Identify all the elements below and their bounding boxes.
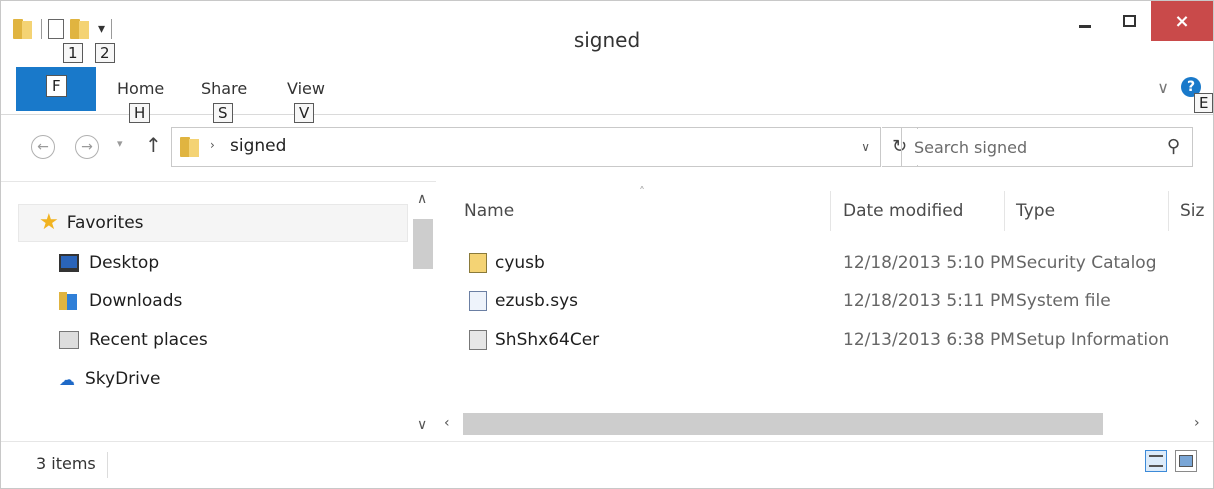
address-history-button[interactable]: ∨ (861, 140, 870, 154)
column-divider[interactable] (830, 191, 831, 231)
explorer-window: ▾ 1 2 signed × F Home H Share S View V ∨… (0, 0, 1214, 489)
details-view-icon (1149, 455, 1163, 467)
navigation-bar: ← → ▾ ↑ › signed ∨ ↻ ⚲ (1, 115, 1213, 181)
file-date: 12/13/2013 6:38 PM (843, 330, 1015, 350)
file-name: cyusb (495, 253, 545, 273)
sidebar-item-label: Favorites (66, 213, 144, 233)
item-count: 3 items (36, 454, 96, 473)
file-row[interactable]: ShShx64Cer 12/13/2013 6:38 PM Setup Info… (438, 322, 1213, 360)
tab-share[interactable]: Share (201, 79, 247, 98)
forward-button[interactable]: → (75, 135, 99, 159)
scroll-left-button[interactable]: ‹ (444, 415, 450, 431)
sidebar-item-downloads[interactable]: Downloads (59, 282, 469, 320)
folder-icon (180, 137, 202, 157)
maximize-icon (1122, 15, 1136, 27)
sort-ascending-icon: ˄ (639, 185, 645, 199)
column-header-size[interactable]: Siz (1180, 201, 1204, 221)
status-bar: 3 items (1, 441, 1213, 488)
up-button[interactable]: ↑ (145, 133, 162, 157)
file-name-cell: ShShx64Cer (469, 330, 599, 350)
file-type: System file (1016, 291, 1111, 311)
file-name: ShShx64Cer (495, 330, 600, 350)
sidebar-item-skydrive[interactable]: ☁ SkyDrive (59, 360, 469, 398)
view-switcher (1145, 450, 1197, 472)
file-name-cell: ezusb.sys (469, 291, 578, 311)
minimize-button[interactable] (1063, 1, 1107, 41)
search-icon[interactable]: ⚲ (1167, 136, 1180, 157)
title-bar: ▾ 1 2 signed × (1, 1, 1213, 67)
address-bar[interactable]: › signed ∨ (171, 127, 881, 167)
details-view-button[interactable] (1145, 450, 1167, 472)
file-name-cell: cyusb (469, 253, 545, 273)
file-date: 12/18/2013 5:10 PM (843, 253, 1015, 273)
column-header-date-modified[interactable]: Date modified (843, 201, 963, 221)
scrollbar-thumb[interactable] (413, 219, 433, 269)
tab-home[interactable]: Home (117, 79, 164, 98)
ribbon-tabs: F Home H Share S View V ∨ ? E (1, 67, 1214, 123)
keytip-e: E (1194, 93, 1214, 113)
recent-locations-button[interactable]: ▾ (117, 137, 123, 150)
column-divider[interactable] (1004, 191, 1005, 231)
scroll-down-button[interactable]: ∨ (417, 417, 427, 433)
close-button[interactable]: × (1151, 1, 1213, 41)
file-date: 12/18/2013 5:11 PM (843, 291, 1015, 311)
file-type: Setup Information (1016, 330, 1170, 350)
maximize-button[interactable] (1107, 1, 1151, 41)
search-box[interactable]: ⚲ (901, 127, 1193, 167)
file-name: ezusb.sys (495, 291, 578, 311)
system-file-icon (469, 291, 487, 311)
column-divider[interactable] (1168, 191, 1169, 231)
back-button[interactable]: ← (31, 135, 55, 159)
setup-information-icon (469, 330, 487, 350)
recent-places-icon (59, 331, 79, 349)
status-divider (107, 452, 108, 478)
keytip-f: F (46, 75, 67, 97)
column-header-name[interactable]: Name (464, 201, 514, 221)
file-type: Security Catalog (1016, 253, 1157, 273)
sidebar-item-label: SkyDrive (85, 369, 161, 389)
breadcrumb-signed[interactable]: signed (230, 136, 286, 156)
minimize-icon (1079, 24, 1091, 28)
star-icon: ★ (39, 210, 59, 235)
tab-file[interactable]: F (16, 67, 96, 111)
security-catalog-icon (469, 253, 487, 273)
skydrive-icon: ☁ (59, 369, 75, 389)
sidebar-item-label: Recent places (89, 330, 208, 350)
sidebar-item-label: Downloads (89, 291, 183, 311)
breadcrumb-chevron-icon[interactable]: › (210, 138, 215, 152)
file-row[interactable]: ezusb.sys 12/18/2013 5:11 PM System file (438, 283, 1213, 321)
window-title: signed (573, 28, 641, 52)
column-header-type[interactable]: Type (1016, 201, 1055, 221)
file-row[interactable]: cyusb 12/18/2013 5:10 PM Security Catalo… (438, 245, 1213, 283)
navigation-pane: ★ Favorites Desktop Downloads Recent pla… (1, 181, 436, 441)
file-list-horizontal-scrollbar[interactable]: ‹ › (438, 405, 1213, 441)
sidebar-item-favorites[interactable]: ★ Favorites (18, 204, 408, 242)
tab-view[interactable]: View (287, 79, 325, 98)
search-input[interactable] (914, 129, 1154, 165)
expand-ribbon-button[interactable]: ∨ (1157, 78, 1169, 97)
large-icons-view-icon (1179, 455, 1193, 467)
scroll-right-button[interactable]: › (1194, 415, 1200, 431)
navigation-pane-scrollbar[interactable]: ∧ ∨ (411, 191, 435, 443)
desktop-icon (59, 254, 79, 272)
scrollbar-thumb[interactable] (463, 413, 1103, 435)
scroll-up-button[interactable]: ∧ (417, 191, 427, 207)
large-icons-view-button[interactable] (1175, 450, 1197, 472)
sidebar-item-desktop[interactable]: Desktop (59, 244, 469, 282)
downloads-folder-icon (59, 292, 79, 310)
window-controls: × (1063, 1, 1213, 41)
file-list: ˄ Name Date modified Type Siz cyusb 12/1… (438, 181, 1213, 405)
sidebar-item-label: Desktop (89, 253, 160, 273)
sidebar-item-recent-places[interactable]: Recent places (59, 321, 469, 359)
